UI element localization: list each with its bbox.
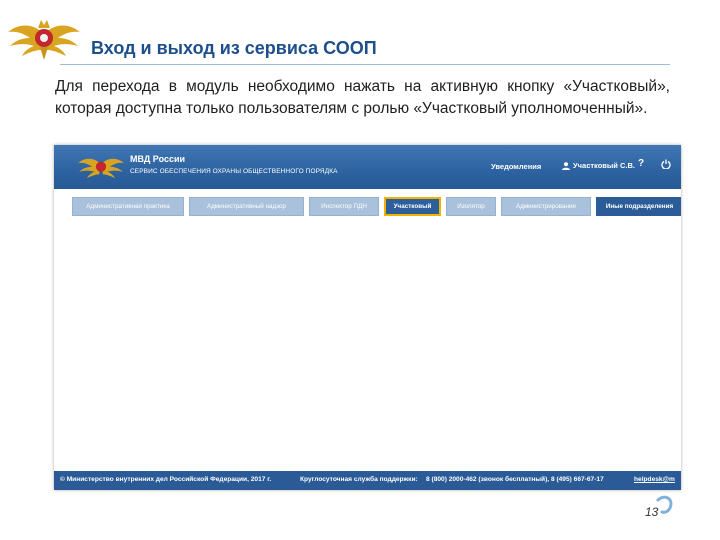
page-number: 13 <box>645 505 659 519</box>
user-name: Участковый С.В. <box>573 161 635 170</box>
app-footer: © Министерство внутренних дел Российской… <box>54 471 681 490</box>
eagle-emblem-icon <box>8 20 80 60</box>
app-screenshot: МВД России СЕРВИС ОБЕСПЕЧЕНИЯ ОХРАНЫ ОБЩ… <box>54 145 681 490</box>
user-icon <box>562 161 570 170</box>
nav-district-button[interactable]: Участковый <box>384 197 441 216</box>
module-nav: Административная практика Административн… <box>72 197 681 216</box>
org-name: МВД России <box>130 154 186 164</box>
title-divider <box>60 64 670 65</box>
eagle-emblem-icon <box>78 158 124 179</box>
help-button[interactable]: ? <box>638 158 644 169</box>
nav-pdn-inspector-button: Инспектор ПДН <box>309 197 379 216</box>
footer-copyright: © Министерство внутренних дел Российской… <box>60 476 272 483</box>
footer-phones: 8 (800) 2000-462 (звонок бесплатный), 8 … <box>426 476 604 483</box>
nav-administration-button: Администрирование <box>501 197 591 216</box>
footer-email-link[interactable]: helpdesk@m <box>634 476 675 483</box>
nav-other-units-button[interactable]: Иные подразделения <box>596 197 681 216</box>
footer-support-label: Круглосуточная служба поддержки: <box>300 476 418 483</box>
app-header: МВД России СЕРВИС ОБЕСПЕЧЕНИЯ ОХРАНЫ ОБЩ… <box>54 145 681 189</box>
nav-isolator-button: Изолятор <box>446 197 496 216</box>
nav-admin-supervision-button: Административный надзор <box>189 197 304 216</box>
service-name: СЕРВИС ОБЕСПЕЧЕНИЯ ОХРАНЫ ОБЩЕСТВЕННОГО … <box>130 168 338 175</box>
slide-title: Вход и выход из сервиса СООП <box>91 38 377 58</box>
slide-description: Для перехода в модуль необходимо нажать … <box>55 78 670 117</box>
nav-admin-practice-button: Административная практика <box>72 197 184 216</box>
power-icon[interactable] <box>661 159 671 169</box>
user-menu[interactable]: Участковый С.В. <box>562 161 635 170</box>
notifications-link[interactable]: Уведомления <box>491 162 541 171</box>
app-body: Административная практика Административн… <box>54 189 681 471</box>
